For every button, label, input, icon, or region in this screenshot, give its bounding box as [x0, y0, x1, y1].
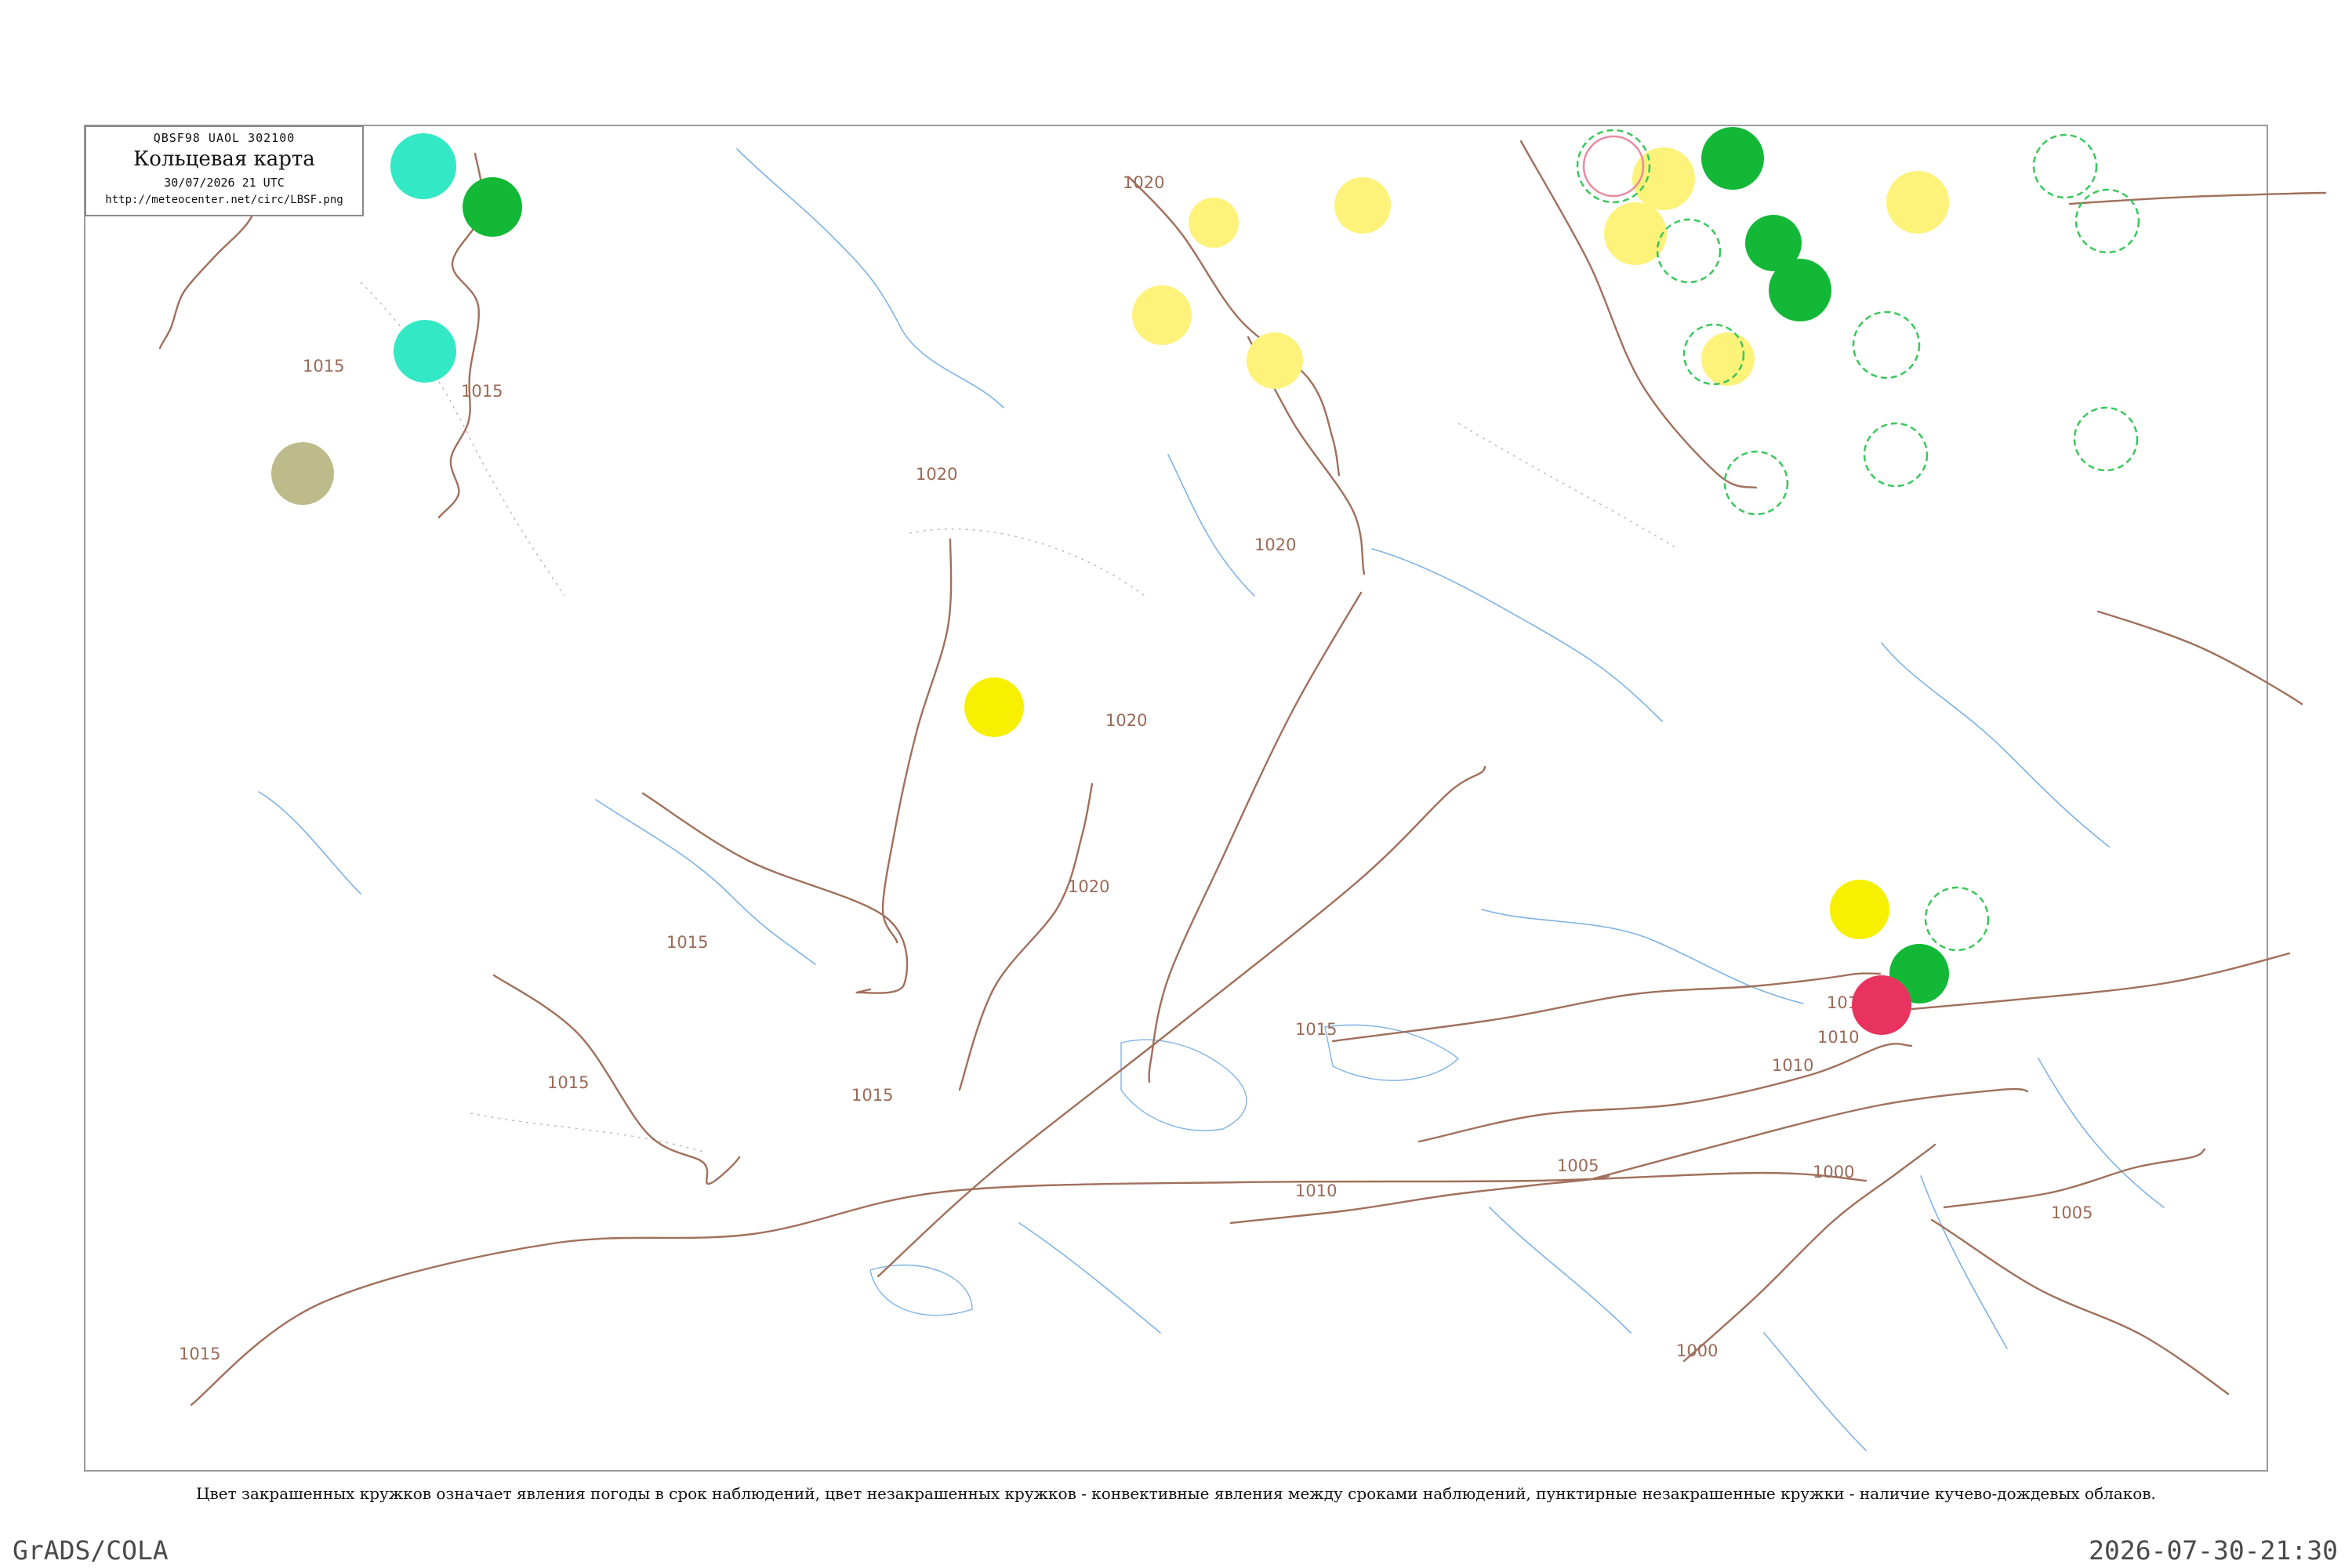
station-marker-cyan	[394, 320, 456, 383]
isobar-label: 1010	[1772, 1056, 1813, 1075]
isobar-label: 1020	[1254, 535, 1296, 554]
station-marker-yellow	[1132, 285, 1192, 345]
isobar-label: 1015	[461, 382, 503, 401]
isobar-label: 1010	[1817, 1028, 1859, 1047]
legend-caption: Цвет закрашенных кружков означает явлени…	[196, 1484, 2156, 1503]
station-marker-yellow	[1830, 880, 1889, 939]
station-marker-green	[463, 177, 522, 237]
station-marker-olive	[271, 442, 334, 505]
isobar-label: 1000	[1676, 1341, 1718, 1360]
isobar-label: 1015	[1295, 1020, 1337, 1039]
chart-header: QBSF98 UAOL 302100 Кольцевая карта 30/07…	[85, 125, 364, 216]
station-marker-green	[1769, 259, 1831, 321]
isobar-label: 1010	[1295, 1181, 1337, 1200]
isobar-label: 1015	[179, 1345, 220, 1363]
isobar-label: 1005	[2051, 1203, 2092, 1222]
station-marker-cyan	[390, 133, 456, 199]
chart-title: Кольцевая карта	[133, 147, 315, 171]
bulletin-code: QBSF98 UAOL 302100	[153, 131, 296, 145]
isobar-label: 1015	[666, 933, 708, 952]
station-marker-yellow	[1334, 177, 1391, 234]
station-marker-red	[1852, 975, 1911, 1035]
isobar-label: 1015	[851, 1086, 893, 1105]
software-label: GrADS/COLA	[13, 1535, 169, 1566]
isobar-label: 1015	[303, 357, 344, 376]
isobar-label: 1000	[1813, 1163, 1854, 1181]
isobar-label: 1005	[1557, 1156, 1599, 1175]
chart-date: 30/07/2026 21 UTC	[164, 176, 285, 190]
station-marker-green	[1701, 127, 1764, 190]
isobar-label: 1020	[916, 465, 957, 484]
station-marker-yellow	[1886, 171, 1949, 234]
isobar-label: 1020	[1123, 173, 1164, 192]
isobar-label: 1015	[547, 1073, 589, 1092]
source-url: http://meteocenter.net/circ/LBSF.png	[105, 194, 343, 206]
isobar-label: 1020	[1068, 877, 1109, 896]
station-marker-yellow	[1247, 332, 1303, 389]
station-marker-yellow	[1189, 198, 1239, 248]
station-marker-yellow	[964, 677, 1024, 737]
timestamp-label: 2026-07-30-21:30	[2089, 1535, 2338, 1566]
synoptic-map: 1015 1015 1015 1015 1015 1015 1020 1020 …	[84, 125, 2327, 1472]
isobar-label: 1020	[1105, 711, 1147, 730]
station-marker-yellow	[1701, 332, 1755, 386]
